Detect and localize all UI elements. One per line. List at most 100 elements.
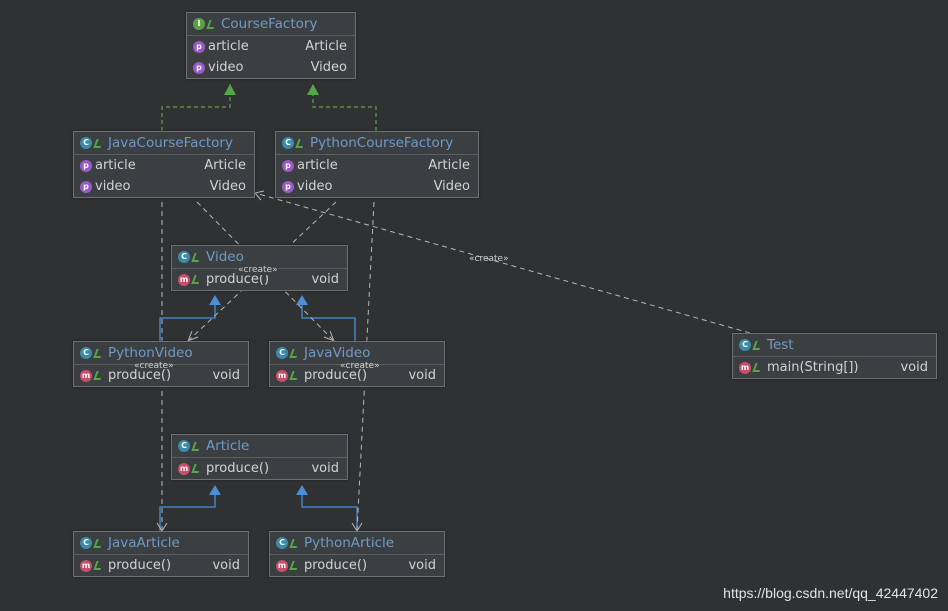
member-name: article	[208, 39, 249, 54]
member-type: void	[408, 558, 436, 573]
class-icon: C	[80, 347, 92, 359]
class-icon: C	[282, 137, 294, 149]
generalization-arrowhead-video-right	[296, 295, 308, 305]
member-row: p video Video	[276, 176, 478, 197]
public-visibility-icon	[191, 464, 202, 473]
method-icon: m	[178, 462, 190, 475]
public-visibility-icon	[191, 441, 202, 451]
generalization-arrowhead-article-right	[296, 485, 308, 495]
property-icon: p	[193, 61, 205, 74]
public-visibility-icon	[93, 138, 104, 148]
create-label-video-overlap: «create»	[238, 265, 278, 275]
class-box-test[interactable]: C Test m main(String[]) void	[732, 333, 937, 379]
member-type: Video	[433, 179, 470, 194]
watermark-url: https://blog.csdn.net/qq_42447402	[723, 585, 938, 601]
public-visibility-icon	[289, 538, 300, 548]
member-name: article	[95, 158, 136, 173]
member-row: p article Article	[187, 36, 355, 57]
class-header: I CourseFactory	[187, 13, 355, 36]
realization-arrowhead-right	[307, 84, 319, 95]
class-name: Test	[767, 337, 794, 353]
property-icon: p	[80, 180, 92, 193]
member-name: produce()	[206, 461, 270, 476]
diagram-canvas	[156, 84, 751, 532]
public-visibility-icon	[93, 538, 104, 548]
generalization-pythonvideo-line	[159, 305, 216, 341]
class-header: C PythonArticle	[270, 532, 444, 555]
public-visibility-icon	[93, 371, 104, 380]
public-visibility-icon	[752, 363, 763, 372]
class-box-javaarticle[interactable]: C JavaArticle m produce() void	[73, 531, 249, 577]
class-name: PythonCourseFactory	[310, 135, 454, 151]
public-visibility-icon	[191, 275, 202, 284]
member-type: void	[311, 461, 339, 476]
class-box-javacoursefactory[interactable]: C JavaCourseFactory p article Article p …	[73, 131, 255, 198]
member-name: produce()	[108, 558, 172, 573]
member-row: p article Article	[74, 155, 254, 176]
member-name: video	[208, 60, 244, 75]
method-icon: m	[276, 369, 288, 382]
create-label-pythonvideo: «create»	[134, 361, 174, 371]
public-visibility-icon	[289, 371, 300, 380]
member-row: p video Video	[74, 176, 254, 197]
property-icon: p	[193, 40, 205, 53]
public-visibility-icon	[295, 138, 306, 148]
class-icon: C	[739, 339, 751, 351]
property-icon: p	[80, 159, 92, 172]
member-name: main(String[])	[767, 360, 859, 375]
method-icon: m	[739, 361, 751, 374]
generalization-arrowhead-article-left	[209, 485, 221, 495]
class-name: JavaCourseFactory	[108, 135, 233, 151]
member-type: void	[212, 368, 240, 383]
class-box-article[interactable]: C Article m produce() void	[171, 434, 348, 480]
member-type: Video	[209, 179, 246, 194]
class-box-coursefactory[interactable]: I CourseFactory p article Article p vide…	[186, 12, 356, 79]
member-type: Article	[428, 158, 470, 173]
member-row: m produce() void	[270, 555, 444, 576]
member-name: video	[95, 179, 131, 194]
class-box-pythonarticle[interactable]: C PythonArticle m produce() void	[269, 531, 445, 577]
method-icon: m	[276, 559, 288, 572]
public-visibility-icon	[289, 348, 300, 358]
member-type: void	[311, 272, 339, 287]
generalization-javaarticle-line	[159, 495, 216, 531]
class-header: C JavaArticle	[74, 532, 248, 555]
class-header: C PythonCourseFactory	[276, 132, 478, 155]
class-header: C Test	[733, 334, 936, 357]
member-name: video	[297, 179, 333, 194]
member-name: article	[297, 158, 338, 173]
property-icon: p	[282, 180, 294, 193]
class-icon: C	[80, 137, 92, 149]
member-type: void	[900, 360, 928, 375]
member-type: Article	[204, 158, 246, 173]
class-icon: C	[80, 537, 92, 549]
public-visibility-icon	[191, 252, 202, 262]
generalization-pythonarticle-line	[301, 495, 358, 531]
public-visibility-icon	[752, 340, 763, 350]
class-box-pythoncoursefactory[interactable]: C PythonCourseFactory p article Article …	[275, 131, 479, 198]
realization-arrowhead-left	[224, 84, 236, 95]
class-name: JavaArticle	[108, 535, 180, 551]
member-type: Article	[305, 39, 347, 54]
member-name: produce()	[304, 558, 368, 573]
realization-java-factory-line	[161, 84, 231, 131]
member-type: Video	[310, 60, 347, 75]
public-visibility-icon	[93, 561, 104, 570]
create-label-test-dependency: «create»	[469, 254, 509, 264]
method-icon: m	[80, 369, 92, 382]
member-type: void	[212, 558, 240, 573]
member-row: p video Video	[187, 57, 355, 78]
public-visibility-icon	[93, 348, 104, 358]
member-type: void	[408, 368, 436, 383]
interface-icon: I	[193, 18, 205, 30]
abstract-class-icon: C	[178, 440, 190, 452]
member-row: p article Article	[276, 155, 478, 176]
class-icon: C	[276, 537, 288, 549]
class-header: C Article	[172, 435, 347, 458]
method-icon: m	[178, 273, 190, 286]
class-header: C JavaCourseFactory	[74, 132, 254, 155]
public-visibility-icon	[289, 561, 300, 570]
class-name: PythonArticle	[304, 535, 395, 551]
member-row: m main(String[]) void	[733, 357, 936, 378]
member-row: m produce() void	[74, 555, 248, 576]
